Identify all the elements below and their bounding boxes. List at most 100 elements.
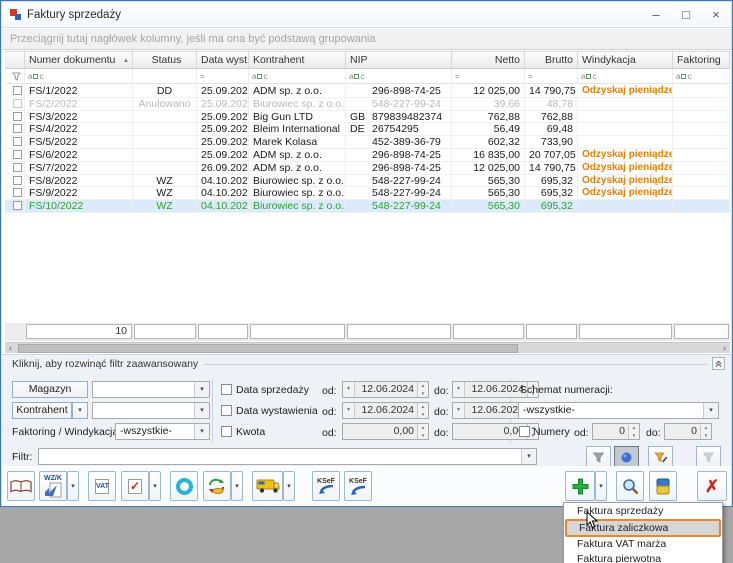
book-button[interactable] [7, 471, 35, 501]
wzk-dropdown-icon[interactable]: ▾ [67, 471, 79, 501]
wzk-button[interactable]: WZ/K [39, 471, 67, 501]
rozliczenia-button[interactable] [203, 471, 231, 501]
column-header-kontrahent[interactable]: Kontrahent [249, 52, 346, 68]
spinner[interactable]: ▲▼ [700, 424, 711, 439]
chevron-down-icon[interactable]: ▾ [343, 382, 355, 397]
row-checkbox[interactable] [5, 123, 25, 136]
column-header-data[interactable]: Data wyst. [197, 52, 249, 68]
ring-button[interactable] [170, 471, 198, 501]
scroll-left-icon[interactable]: ‹ [5, 343, 16, 353]
row-checkbox[interactable] [5, 162, 25, 175]
data-wystawienia-checkbox[interactable] [221, 405, 232, 416]
title-bar[interactable]: Faktury sprzedaży – □ × [2, 2, 731, 28]
filter-contains-icon[interactable]: ac [249, 70, 346, 83]
ksef-send-button[interactable]: KSeF [312, 471, 340, 501]
table-row[interactable]: FS/3/2022 25.09.2022 Big Gun LTD GB87983… [5, 111, 730, 124]
filter-equals-icon[interactable]: = [197, 70, 249, 83]
apply-filter-button[interactable] [586, 446, 611, 468]
row-checkbox[interactable] [5, 175, 25, 188]
table-row[interactable]: FS/2/2022 Anulowano 25.09.2022 Biurowiec… [5, 98, 730, 111]
chevron-down-icon[interactable]: ▾ [521, 449, 536, 464]
filtr-input[interactable]: ▾ [38, 448, 537, 465]
clear-filter-button[interactable] [696, 446, 721, 468]
filter-contains-icon[interactable]: ac [346, 70, 452, 83]
table-row[interactable]: FS/6/2022 25.09.2022 ADM sp. z o.o. 296-… [5, 149, 730, 162]
ksef-get-button[interactable]: KSeF [344, 471, 372, 501]
chevron-down-icon[interactable]: ▾ [703, 403, 718, 418]
filter-contains-icon[interactable]: ac [578, 70, 673, 83]
chevron-down-icon[interactable]: ▾ [453, 382, 465, 397]
chevron-down-icon[interactable]: ▾ [194, 424, 209, 439]
magazyn-combo[interactable]: ▾ [92, 381, 210, 398]
row-checkbox[interactable] [5, 85, 25, 98]
column-header-brutto[interactable]: Brutto [525, 52, 578, 68]
filter-funnel-icon[interactable] [5, 70, 25, 83]
row-checkbox[interactable] [5, 149, 25, 162]
table-row[interactable]: FS/7/2022 26.09.2022 ADM sp. z o.o. 296-… [5, 162, 730, 175]
scrollbar-thumb[interactable] [18, 344, 518, 353]
filter-panel-header[interactable]: Kliknij, aby rozwinąć filtr zaawansowany [12, 358, 204, 370]
data-sprzedazy-od-field[interactable]: ▾ 12.06.2024 ▲▼ [342, 381, 429, 398]
filter-active-toggle-button[interactable] [614, 446, 639, 468]
rozliczenia-dropdown-icon[interactable]: ▾ [231, 471, 243, 501]
vat-button[interactable]: VAT [88, 471, 116, 501]
delivery-button[interactable] [252, 471, 283, 501]
close-icon[interactable]: × [701, 4, 731, 26]
filter-builder-button[interactable] [648, 446, 673, 468]
filter-contains-icon[interactable]: ac [25, 70, 133, 83]
delivery-dropdown-icon[interactable]: ▾ [283, 471, 295, 501]
chevron-down-icon[interactable]: ▾ [343, 403, 355, 418]
collapse-filter-button[interactable] [712, 357, 725, 370]
scroll-right-icon[interactable]: › [719, 343, 730, 353]
data-sprzedazy-checkbox[interactable] [221, 384, 232, 395]
data-wystawienia-od-field[interactable]: ▾ 12.06.2024 ▲▼ [342, 402, 429, 419]
numery-checkbox[interactable] [519, 426, 530, 437]
horizontal-scrollbar[interactable]: ‹ › [5, 342, 730, 353]
kwota-checkbox[interactable] [221, 426, 232, 437]
column-header-status[interactable]: Status [133, 52, 197, 68]
kontrahent-split-arrow-icon[interactable]: ▾ [72, 402, 88, 419]
approve-button[interactable]: ✓ [121, 471, 149, 501]
delete-button[interactable] [649, 471, 677, 501]
chevron-down-icon[interactable]: ▾ [194, 403, 209, 418]
minimize-button[interactable]: – [641, 4, 671, 26]
table-row[interactable]: FS/5/2022 25.09.2022 Marek Kolasa 452-38… [5, 136, 730, 149]
view-button[interactable] [616, 471, 644, 501]
spinner[interactable]: ▲▼ [417, 382, 428, 397]
filter-contains-icon[interactable]: ac [673, 70, 730, 83]
row-checkbox[interactable] [5, 111, 25, 124]
table-row[interactable]: FS/8/2022 WZ 04.10.2022 Biurowiec sp. z … [5, 175, 730, 188]
table-row[interactable]: FS/4/2022 25.09.2022 Bleim International… [5, 123, 730, 136]
row-checkbox[interactable] [5, 200, 25, 213]
column-header-windykacja[interactable]: Windykacja [578, 52, 673, 68]
column-header-faktoring[interactable]: Faktoring [673, 52, 730, 68]
maximize-button[interactable]: □ [671, 4, 701, 26]
magazyn-button[interactable]: Magazyn [12, 381, 88, 398]
spinner[interactable]: ▲▼ [628, 424, 639, 439]
menu-item-faktura-vat-marza[interactable]: Faktura VAT marża [565, 537, 721, 552]
schemat-numeracji-combo[interactable]: -wszystkie-▾ [518, 402, 719, 419]
numery-do-field[interactable]: 0 ▲▼ [664, 423, 712, 440]
column-header-netto[interactable]: Netto [452, 52, 525, 68]
row-checkbox[interactable] [5, 136, 25, 149]
filter-equals-icon[interactable]: = [452, 70, 525, 83]
table-row[interactable]: FS/1/2022 DD 25.09.2022 ADM sp. z o.o. 2… [5, 85, 730, 98]
add-invoice-dropdown-icon[interactable]: ▾ [595, 471, 607, 501]
column-header-numer[interactable]: Numer dokumentu▲ [25, 52, 133, 68]
chevron-down-icon[interactable]: ▾ [194, 382, 209, 397]
kontrahent-button[interactable]: Kontrahent [12, 402, 72, 419]
spinner[interactable]: ▲▼ [417, 424, 428, 439]
close-window-button[interactable]: ✗ [697, 471, 727, 501]
table-row[interactable]: FS/9/2022 WZ 04.10.2022 Biurowiec sp. z … [5, 187, 730, 200]
spinner[interactable]: ▲▼ [417, 403, 428, 418]
menu-item-faktura-pierwotna[interactable]: Faktura pierwotna [565, 552, 721, 563]
kontrahent-combo[interactable]: ▾ [92, 402, 210, 419]
filter-cell-status[interactable] [133, 70, 197, 83]
row-checkbox[interactable] [5, 187, 25, 200]
row-checkbox[interactable] [5, 98, 25, 111]
table-row-selected[interactable]: FS/10/2022 WZ 04.10.2022 Biurowiec sp. z… [5, 200, 730, 213]
filter-equals-icon[interactable]: = [525, 70, 578, 83]
add-invoice-button[interactable] [565, 471, 595, 501]
chevron-down-icon[interactable]: ▾ [453, 403, 465, 418]
group-by-panel[interactable]: Przeciągnij tutaj nagłówek kolumny, jeśl… [2, 29, 731, 50]
